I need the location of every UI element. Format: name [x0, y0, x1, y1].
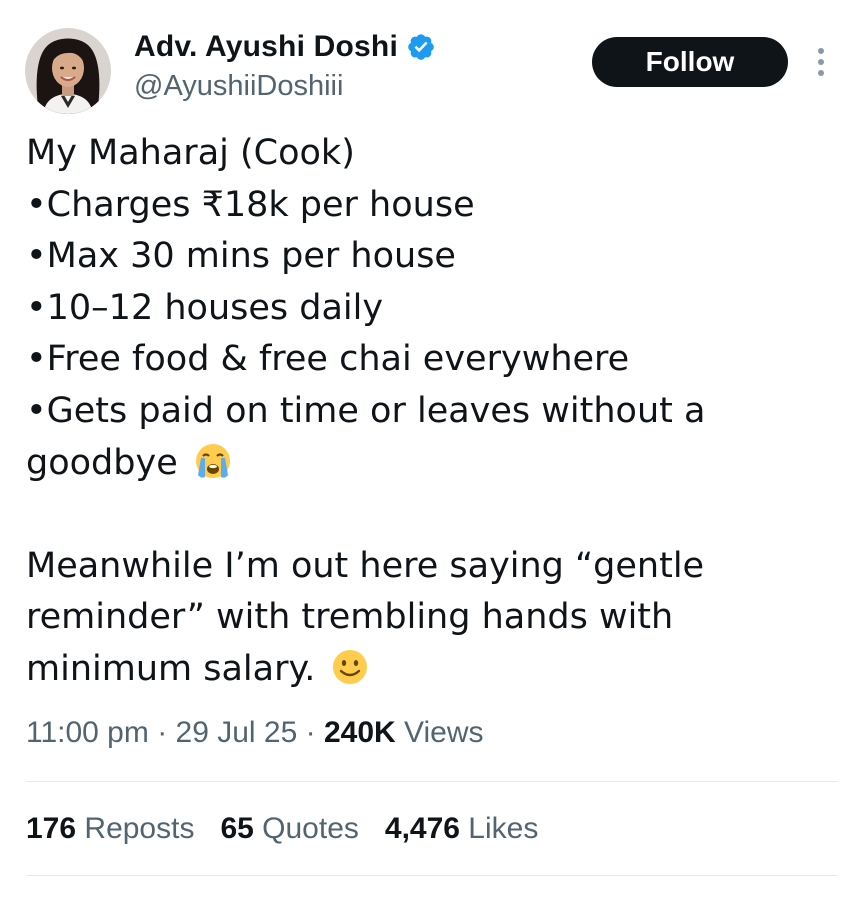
divider — [26, 875, 838, 876]
quotes-count: 65 — [220, 812, 254, 845]
tweet-date[interactable]: 29 Jul 25 — [176, 716, 298, 749]
quotes-stat[interactable]: 65 Quotes — [220, 812, 358, 846]
tweet-line-with-emoji: goodbye — [26, 438, 836, 490]
tweet-time[interactable]: 11:00 pm — [26, 716, 149, 749]
tweet-line: reminder” with trembling hands with — [26, 597, 674, 638]
tweet-line: •Gets paid on time or leaves without a — [26, 390, 706, 431]
reposts-stat[interactable]: 176 Reposts — [26, 812, 194, 846]
slightly-smiling-face-emoji-icon — [333, 649, 368, 684]
avatar[interactable] — [25, 28, 111, 114]
tweet-line-text: minimum salary. — [26, 648, 316, 689]
reposts-count: 176 — [26, 812, 77, 845]
tweet-line: •10–12 houses daily — [26, 287, 384, 328]
tweet-line: •Free food & free chai everywhere — [26, 339, 630, 380]
tweet-line: My Maharaj (Cook) — [26, 133, 355, 173]
likes-count: 4,476 — [384, 812, 460, 845]
author-handle[interactable]: @AyushiiDoshiii — [134, 70, 343, 103]
tweet-line: •Max 30 mins per house — [26, 236, 456, 277]
verified-badge-icon — [408, 34, 434, 60]
meta-separator: · — [297, 716, 324, 749]
tweet-line-text: goodbye — [26, 442, 178, 483]
tweet-line-with-emoji: minimum salary. — [26, 644, 836, 696]
tweet-meta: 11:00 pm · 29 Jul 25 · 240K Views — [26, 716, 484, 750]
more-options-icon[interactable] — [810, 45, 832, 79]
divider — [26, 781, 838, 782]
profile-photo-avatar — [25, 28, 111, 114]
views-count[interactable]: 240K — [324, 716, 396, 749]
meta-separator: · — [148, 716, 176, 749]
tweet-line: •Charges ₹18k per house — [26, 184, 475, 225]
tweet-line: Meanwhile I’m out here saying “gentle — [26, 545, 705, 586]
quotes-label: Quotes — [253, 812, 359, 845]
loudly-crying-face-emoji-icon — [195, 443, 230, 478]
tweet-text: My Maharaj (Cook) •Charges ₹18k per hous… — [26, 128, 836, 696]
author-name-row[interactable]: Adv. Ayushi Doshi — [134, 28, 436, 66]
author-display-name[interactable]: Adv. Ayushi Doshi — [134, 30, 398, 64]
likes-stat[interactable]: 4,476 Likes — [385, 812, 538, 846]
reposts-label: Reposts — [76, 812, 195, 845]
likes-label: Likes — [459, 812, 539, 845]
views-label[interactable]: Views — [396, 716, 484, 749]
engagement-stats: 176 Reposts 65 Quotes 4,476 Likes — [26, 812, 564, 846]
follow-button[interactable]: Follow — [592, 37, 788, 87]
